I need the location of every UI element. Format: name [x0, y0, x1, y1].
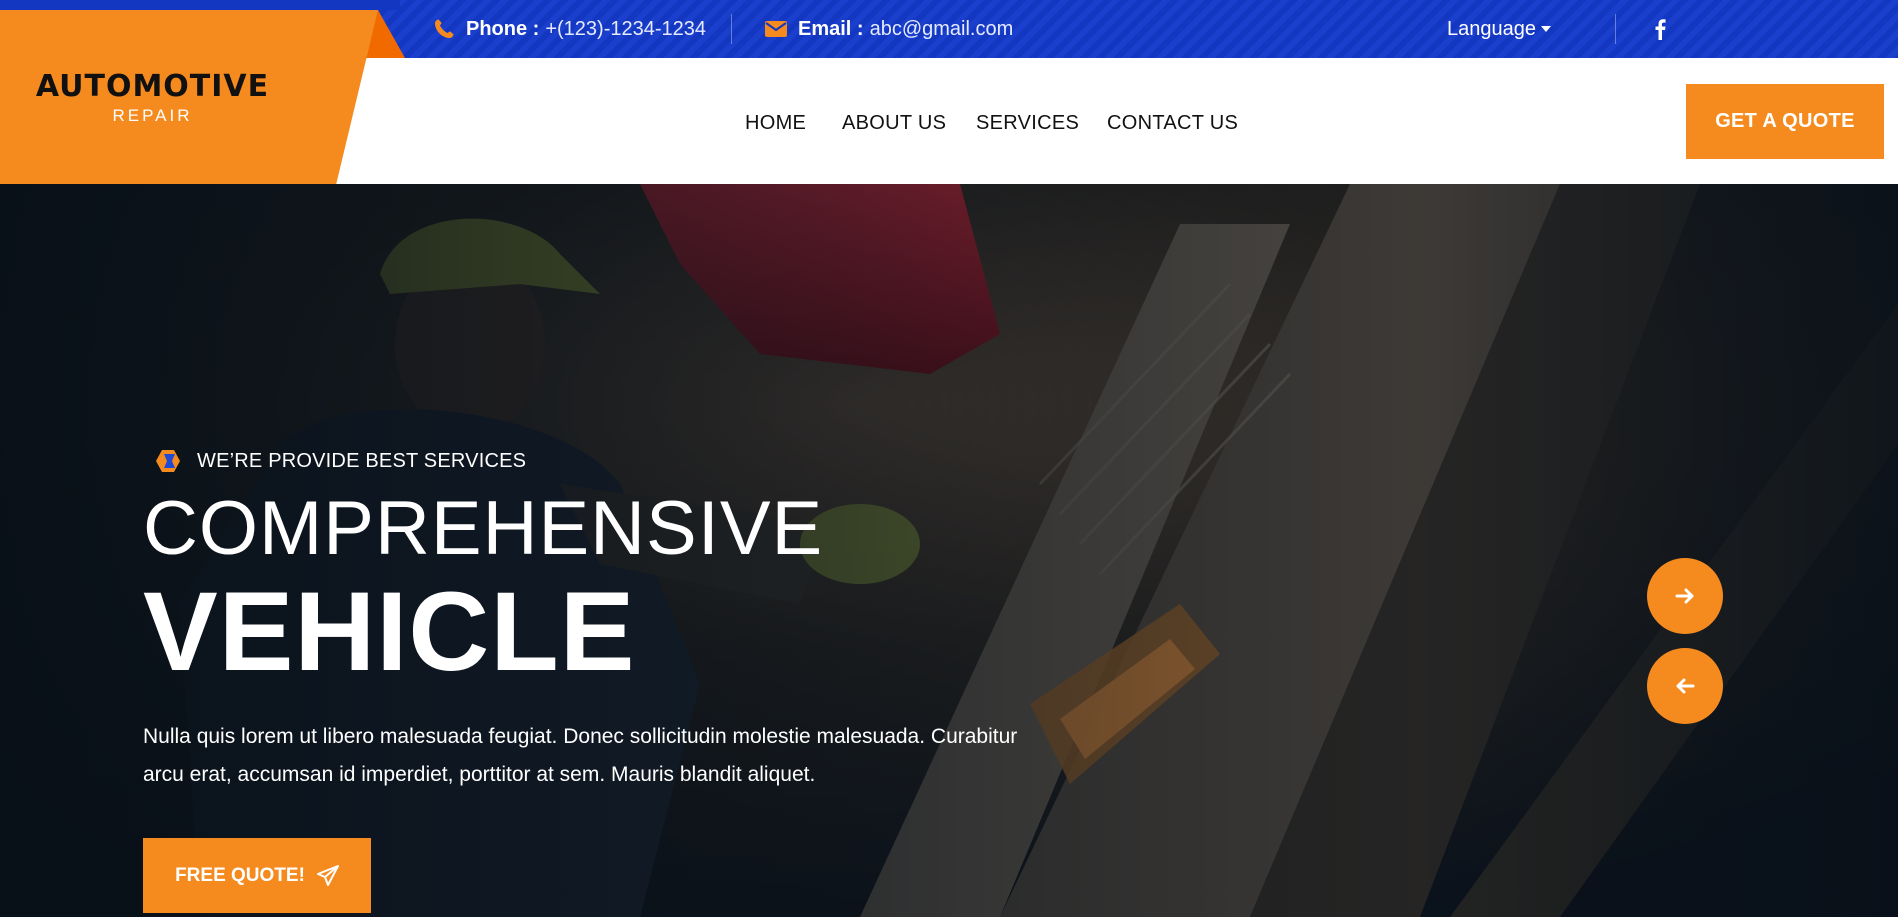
paper-plane-icon [316, 864, 339, 886]
hero-tagline-text: WE’RE PROVIDE BEST SERVICES [197, 449, 527, 472]
topbar-divider [731, 14, 732, 44]
arrow-left-icon [1676, 678, 1695, 694]
phone-icon [435, 19, 454, 38]
nav-menu: HOME ABOUT US SERVICES CONTACT US [0, 58, 1898, 184]
phone-value: +(123)-1234-1234 [545, 17, 707, 40]
hero-tagline: WE’RE PROVIDE BEST SERVICES [155, 446, 526, 476]
free-quote-button[interactable]: FREE QUOTE! [143, 838, 371, 913]
email-label: Email : [798, 17, 864, 40]
email-value: abc@gmail.com [869, 17, 1014, 40]
email-contact[interactable]: Email : abc@gmail.com [764, 16, 1013, 42]
hero-headline-line2: VEHICLE [143, 569, 636, 694]
phone-label: Phone : [466, 17, 540, 40]
slider-prev-button[interactable] [1647, 648, 1723, 724]
envelope-icon [765, 21, 787, 37]
facebook-link[interactable] [1648, 14, 1672, 44]
nav-about-us[interactable]: ABOUT US [842, 112, 946, 135]
facebook-icon [1655, 19, 1666, 40]
badge-icon [156, 450, 180, 472]
caret-down-icon [1540, 26, 1551, 32]
slider-next-button[interactable] [1647, 558, 1723, 634]
language-label: Language [1447, 17, 1536, 40]
hero-content: WE’RE PROVIDE BEST SERVICES COMPREHENSIV… [0, 184, 1898, 917]
nav-services[interactable]: SERVICES [976, 112, 1079, 135]
topbar-divider [1615, 14, 1616, 44]
hero-headline-line1: COMPREHENSIVE [143, 486, 824, 571]
phone-contact[interactable]: Phone : +(123)-1234-1234 [432, 16, 706, 42]
arrow-right-icon [1675, 588, 1694, 604]
nav-contact-us[interactable]: CONTACT US [1107, 112, 1238, 135]
language-dropdown[interactable]: Language [1447, 16, 1551, 42]
nav-home[interactable]: HOME [745, 112, 806, 135]
topbar-strip [0, 0, 400, 10]
hero-slider: WE’RE PROVIDE BEST SERVICES COMPREHENSIV… [0, 184, 1898, 917]
get-a-quote-button[interactable]: GET A QUOTE [1686, 84, 1884, 159]
hero-description: Nulla quis lorem ut libero malesuada feu… [143, 725, 1018, 786]
free-quote-label: FREE QUOTE! [175, 864, 305, 886]
